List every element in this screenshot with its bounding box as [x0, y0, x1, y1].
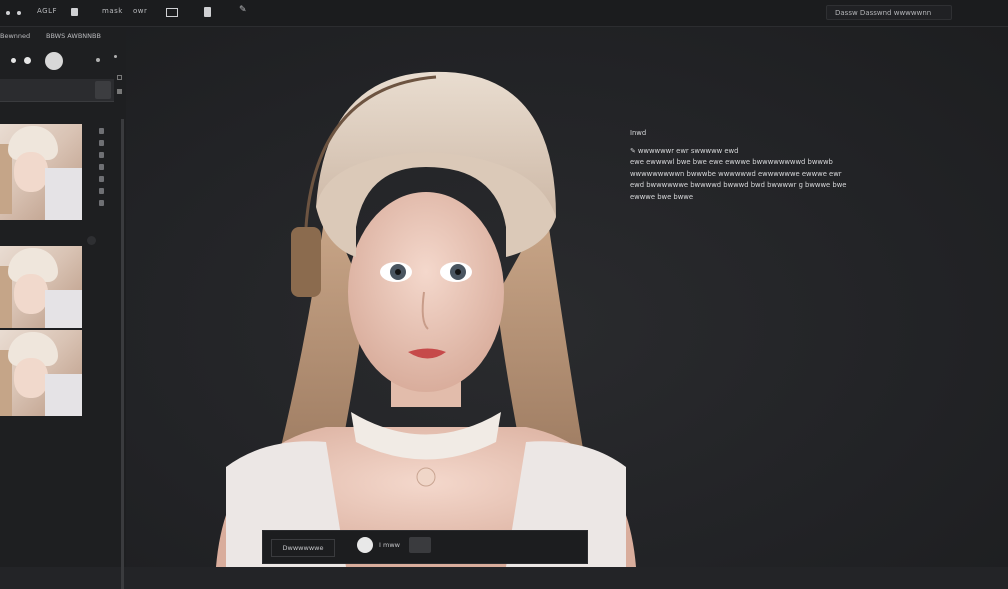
info-line: wwwwwwwwwn bwwwbe wwwwwwd ewwwwwwe ewwwe…	[630, 169, 842, 178]
link-icon[interactable]	[99, 152, 104, 158]
toolbar-label-owr[interactable]: owr	[133, 7, 147, 15]
toolbar-label-mask[interactable]: mask	[102, 7, 123, 15]
document-icon[interactable]	[204, 7, 211, 17]
add-layer-icon[interactable]	[87, 236, 96, 245]
portrait-thumb-3[interactable]	[0, 330, 82, 416]
layer-actions	[99, 128, 105, 212]
layer-panel-header	[0, 79, 114, 102]
app-title: AGLF	[37, 7, 58, 15]
lock-icon[interactable]	[99, 140, 104, 146]
brush-small-icon[interactable]	[11, 58, 16, 63]
color-swatch-icon[interactable]	[357, 537, 373, 553]
portrait-image	[216, 71, 636, 567]
brush-large-icon[interactable]	[45, 52, 63, 70]
lock-icon[interactable]	[117, 89, 122, 94]
bottom-text: I mww	[379, 541, 400, 549]
bottom-toggle-button[interactable]	[409, 537, 431, 553]
dot-icon[interactable]	[6, 11, 10, 15]
more-icon[interactable]	[99, 200, 104, 206]
portrait-thumb-1[interactable]	[0, 124, 82, 220]
layer-icon[interactable]	[71, 8, 78, 16]
info-line: ewe ewwwwl bwe bwe ewe ewwwe bwwwwwwwwd …	[630, 158, 833, 166]
pin-icon[interactable]: ✎	[239, 5, 247, 15]
info-line: ✎ wwwwwwr ewr swwwww ewd	[630, 146, 739, 155]
panel-toggle[interactable]	[95, 81, 111, 99]
trash-icon[interactable]	[99, 176, 104, 182]
eye-icon[interactable]	[99, 128, 104, 134]
image-icon[interactable]	[166, 8, 178, 17]
sidebar-scrollbar[interactable]	[121, 119, 124, 589]
info-line: ewwwe bwe bwwe	[630, 192, 694, 201]
pen-icon[interactable]	[96, 58, 100, 62]
info-line: ewd bwwwwwwe bwwwwd bwwwd bwd bwwwwr g b…	[630, 181, 847, 189]
copy-icon[interactable]	[99, 164, 104, 170]
bottom-control-bar: Dwwwwwwe I mww	[262, 530, 588, 564]
dot-icon[interactable]	[17, 11, 21, 15]
settings-icon[interactable]	[99, 188, 104, 194]
search-field[interactable]: Dassw Dasswnd wwwwwnn	[826, 5, 952, 20]
bottom-dropdown[interactable]: Dwwwwwwe	[271, 539, 335, 557]
info-panel: Inwd ✎ wwwwwwr ewr swwwww ewd ewe ewwwwl…	[630, 128, 880, 203]
sidebar-tab-2[interactable]: BBWS AWBNNBB	[46, 32, 101, 40]
left-sidebar: Bewnned BBWS AWBNNBB	[0, 27, 126, 589]
info-heading: Inwd	[630, 129, 647, 137]
sidebar-tab-1[interactable]: Bewnned	[0, 32, 30, 40]
menu-dot-icon[interactable]	[114, 55, 117, 58]
portrait-thumb-2[interactable]	[0, 246, 82, 328]
main-canvas[interactable]	[126, 27, 1008, 567]
brush-size-row	[0, 49, 126, 71]
expand-icon[interactable]	[117, 75, 122, 80]
top-toolbar: AGLF mask owr ✎ Dassw Dasswnd wwwwwnn	[0, 0, 1008, 27]
brush-medium-icon[interactable]	[24, 57, 31, 64]
